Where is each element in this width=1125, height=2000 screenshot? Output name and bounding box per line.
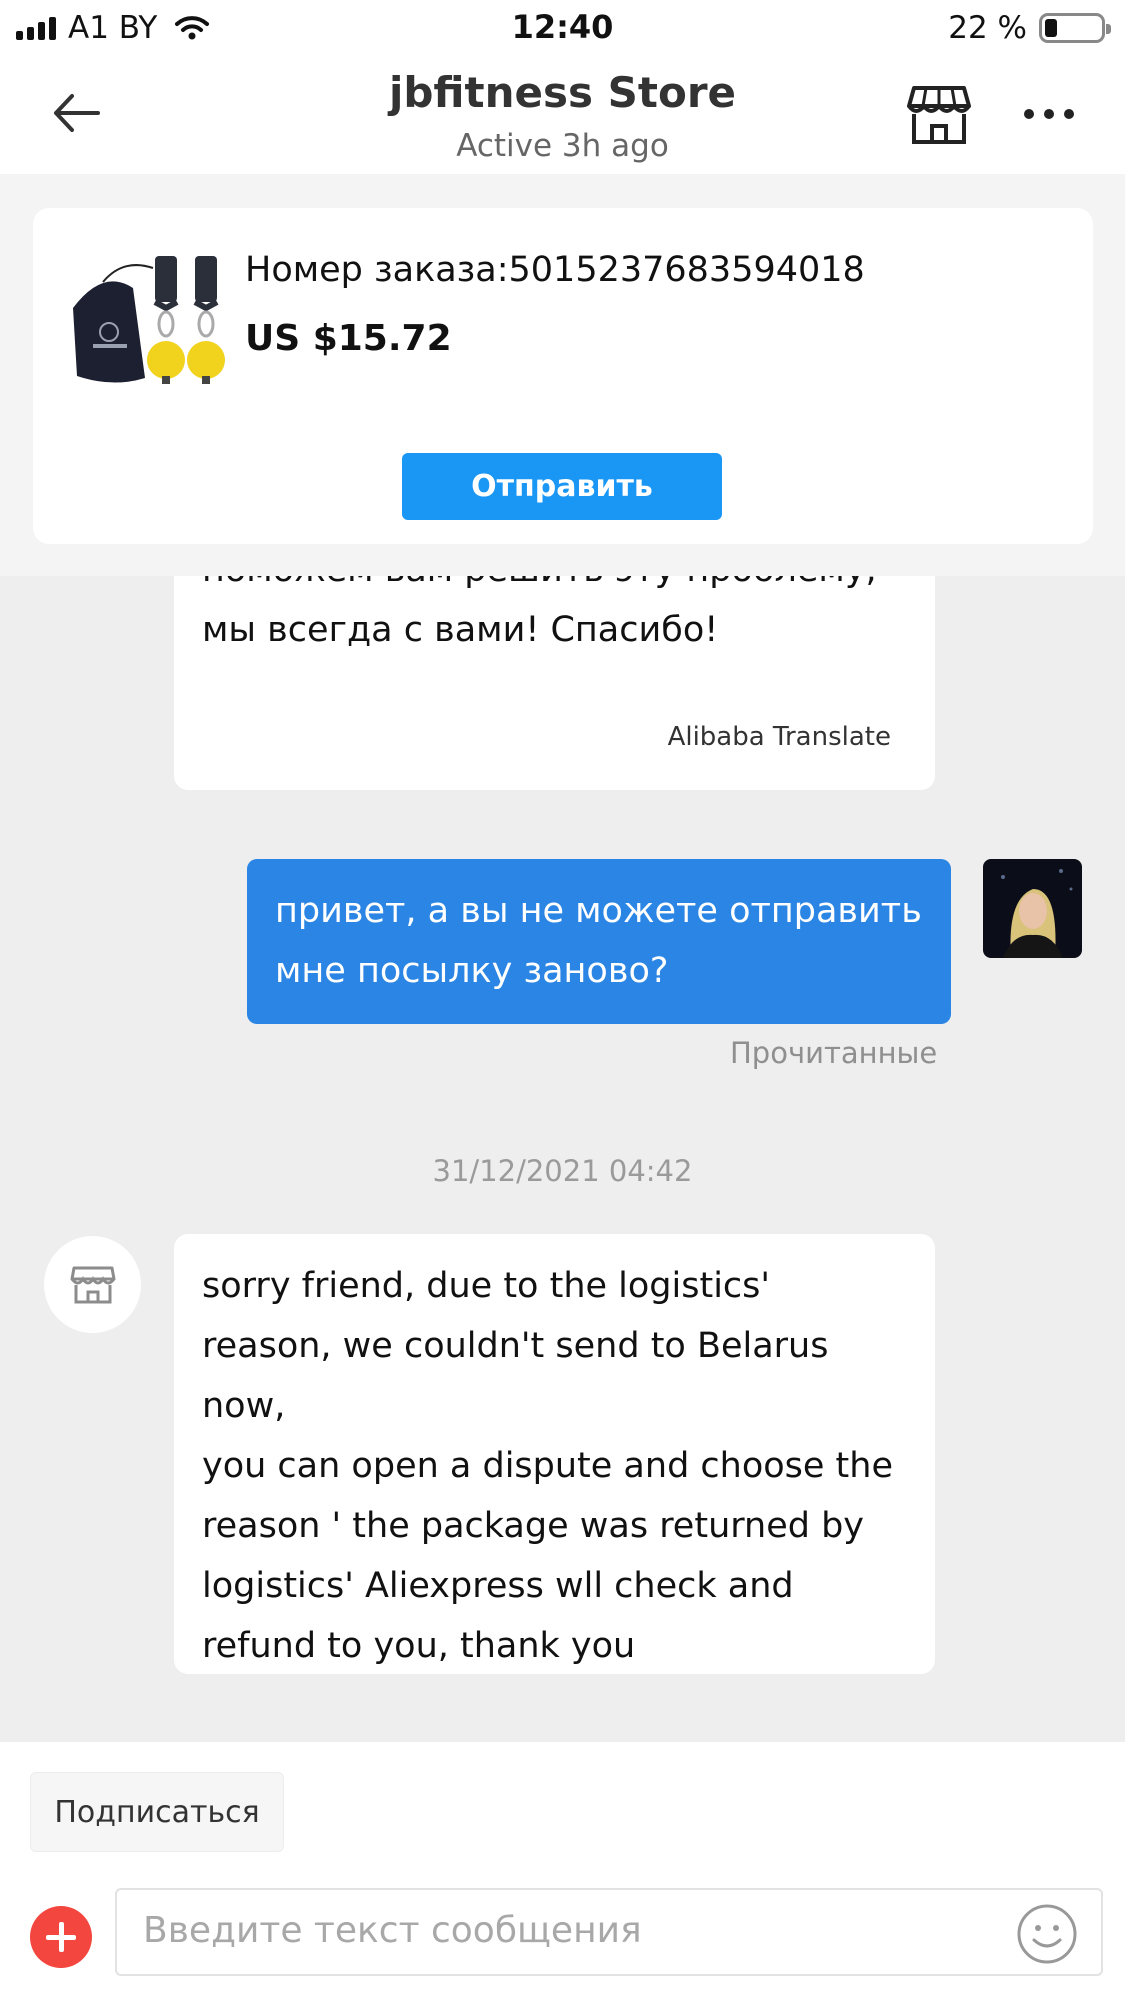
message-bubble-me[interactable]: привет, а вы не можете отправить мне пос… xyxy=(247,859,951,1024)
subscribe-button[interactable]: Подписаться xyxy=(30,1772,284,1852)
read-status: Прочитанные xyxy=(730,1036,938,1070)
store-avatar-icon[interactable] xyxy=(44,1236,141,1333)
composer: Подписаться Введите текст сообщения xyxy=(0,1742,1125,2000)
plus-icon[interactable] xyxy=(30,1906,92,1968)
chat-messages[interactable]: поможем вам решить эту проблему, мы всег… xyxy=(0,576,1125,1742)
message-text: поможем вам решить эту проблему, мы всег… xyxy=(202,576,877,650)
emoji-icon[interactable] xyxy=(1015,1902,1079,1966)
message-input[interactable]: Введите текст сообщения xyxy=(115,1888,1103,1976)
store-icon[interactable] xyxy=(906,84,972,146)
order-card[interactable]: Номер заказа:5015237683594018 US $15.72 … xyxy=(33,208,1093,544)
date-separator: 31/12/2021 04:42 xyxy=(432,1154,693,1188)
battery-icon xyxy=(1039,13,1111,43)
product-image[interactable] xyxy=(63,248,257,408)
order-number: Номер заказа:5015237683594018 xyxy=(245,250,865,290)
message-text: привет, а вы не можете отправить мне пос… xyxy=(275,891,922,991)
battery-percent: 22 % xyxy=(948,10,1027,46)
order-price: US $15.72 xyxy=(245,318,452,359)
message-text: sorry friend, due to the logistics' reas… xyxy=(202,1266,893,1666)
message-bubble-store[interactable]: sorry friend, due to the logistics' reas… xyxy=(174,1234,935,1674)
send-order-button[interactable]: Отправить xyxy=(402,453,722,520)
translate-label: Alibaba Translate xyxy=(667,722,891,752)
message-bubble-store[interactable]: поможем вам решить эту проблему, мы всег… xyxy=(174,576,935,790)
avatar[interactable] xyxy=(983,859,1082,958)
status-right: 22 % xyxy=(948,10,1111,46)
status-bar: A1 BY 12:40 22 % xyxy=(0,0,1125,58)
message-input-placeholder: Введите текст сообщения xyxy=(143,1910,642,1951)
chat-header: jbfitness Store Active 3h ago xyxy=(0,58,1125,174)
order-area: Номер заказа:5015237683594018 US $15.72 … xyxy=(0,174,1125,576)
more-icon[interactable] xyxy=(1024,104,1074,124)
